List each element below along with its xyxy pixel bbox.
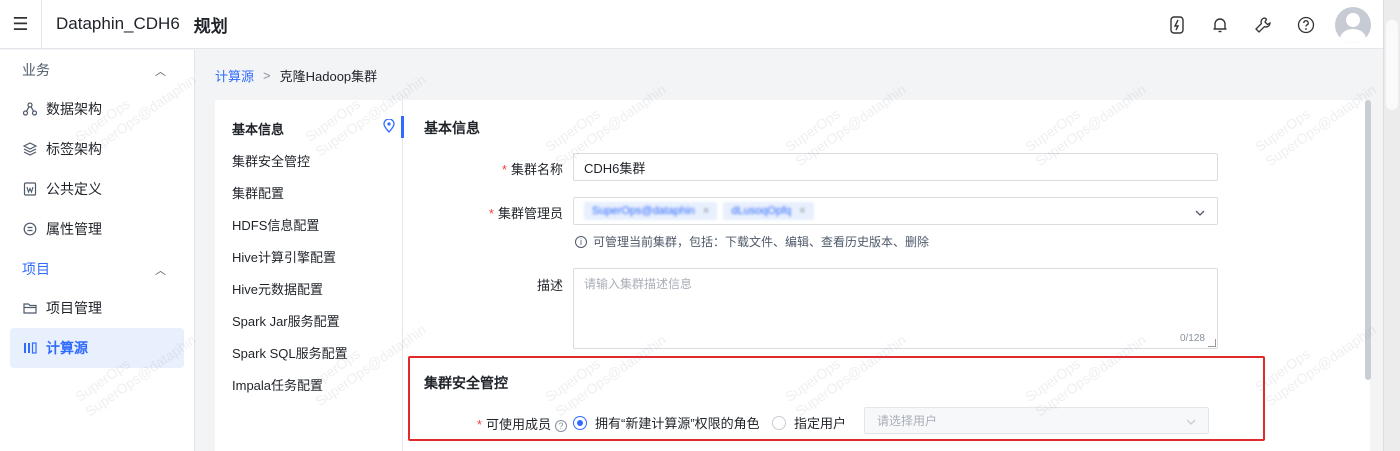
sidebar-group-label: 项目 — [22, 260, 50, 277]
cluster-admin-select[interactable]: SuperOps@dataphin × dLusoqOpfq × — [573, 197, 1218, 225]
layers-icon — [22, 141, 38, 157]
sidebar-item-compute-source[interactable]: 计算源 — [10, 328, 184, 368]
sidebar-item-label: 计算源 — [46, 340, 88, 356]
chevron-down-icon — [1186, 416, 1196, 430]
breadcrumb: 计算源 > 克隆Hadoop集群 — [215, 66, 377, 85]
wrench-icon[interactable] — [1241, 0, 1284, 49]
window-scrollbar[interactable] — [1383, 0, 1400, 451]
breadcrumb-current: 克隆Hadoop集群 — [279, 69, 378, 84]
sidebar-group-label: 业务 — [22, 61, 50, 78]
sidebar-group-project[interactable]: 项目 ︿ — [0, 249, 194, 288]
anchor-spark-jar-config[interactable]: Spark Jar服务配置 — [232, 311, 340, 330]
location-pin-icon — [383, 118, 395, 136]
flash-icon[interactable] — [1155, 0, 1198, 49]
info-icon: i — [575, 235, 587, 248]
compute-source-icon — [22, 340, 38, 356]
admin-tag[interactable]: dLusoqOpfq × — [723, 202, 814, 220]
radio-dot — [772, 415, 786, 430]
anchor-spark-sql-config[interactable]: Spark SQL服务配置 — [232, 343, 348, 362]
sidebar-item-attribute-management[interactable]: 属性管理 — [10, 209, 184, 249]
sidebar-group-business[interactable]: 业务 ︿ — [0, 50, 194, 89]
sidebar-item-label: 属性管理 — [46, 221, 102, 237]
members-label: * 可使用成员? — [443, 414, 567, 433]
sidebar-item-label: 标签架构 — [46, 141, 102, 157]
folder-icon — [22, 300, 38, 316]
anchor-hive-engine-config[interactable]: Hive计算引擎配置 — [232, 247, 336, 266]
panel-scrollbar[interactable] — [1365, 100, 1371, 380]
hamburger-menu-icon[interactable]: ☰ — [0, 0, 42, 49]
attribute-icon — [22, 221, 38, 237]
anchor-active-indicator — [401, 116, 404, 138]
chevron-up-icon: ︿ — [155, 265, 166, 277]
cluster-name-label: * 集群名称 — [501, 162, 563, 177]
sidebar: 业务 ︿ 数据架构 标签架构 公共定义 属性管理 项目 ︿ 项目管理 计算源 — [0, 50, 195, 451]
anchor-nav: 基本信息 集群安全管控 集群配置 HDFS信息配置 Hive计算引擎配置 Hiv… — [215, 100, 404, 451]
definition-doc-icon — [22, 181, 38, 197]
data-architecture-icon — [22, 101, 38, 117]
user-avatar[interactable] — [1335, 6, 1371, 43]
sidebar-item-tag-architecture[interactable]: 标签架构 — [10, 129, 184, 169]
description-textarea[interactable]: 请输入集群描述信息 0/128 — [573, 268, 1218, 349]
cluster-name-input[interactable]: CDH6集群 — [573, 153, 1218, 181]
sidebar-item-label: 公共定义 — [46, 181, 102, 197]
app-title: Dataphin_CDH6 — [56, 14, 180, 33]
description-label: 描述 — [536, 278, 563, 293]
sidebar-item-label: 项目管理 — [46, 300, 102, 316]
user-select-placeholder: 请选择用户 — [877, 414, 938, 428]
chevron-up-icon: ︿ — [155, 66, 166, 78]
sidebar-item-label: 数据架构 — [46, 101, 102, 117]
resize-handle-icon[interactable] — [1208, 339, 1216, 347]
description-placeholder: 请输入集群描述信息 — [584, 277, 693, 291]
admin-hint: i 可管理当前集群，包括：下载文件、编辑、查看历史版本、删除 — [575, 233, 929, 250]
radio-user-option[interactable]: 指定用户 — [772, 413, 846, 432]
admin-tag[interactable]: SuperOps@dataphin × — [584, 202, 718, 220]
bell-icon[interactable] — [1198, 0, 1241, 49]
top-bar: ☰ Dataphin_CDH6 规划 — [0, 0, 1383, 49]
description-counter: 0/128 — [1179, 333, 1205, 344]
section-title-security: 集群安全管控 — [424, 375, 508, 391]
anchor-basic-info[interactable]: 基本信息 — [232, 119, 284, 138]
anchor-hive-metadata-config[interactable]: Hive元数据配置 — [232, 279, 323, 298]
user-select[interactable]: 请选择用户 — [864, 407, 1209, 434]
help-icon[interactable] — [1284, 0, 1327, 49]
anchor-cluster-security[interactable]: 集群安全管控 — [232, 151, 310, 170]
anchor-cluster-config[interactable]: 集群配置 — [232, 183, 284, 202]
module-title: 规划 — [193, 16, 228, 36]
breadcrumb-parent-link[interactable]: 计算源 — [215, 66, 254, 85]
section-title-basic-info: 基本信息 — [424, 120, 480, 136]
sidebar-item-project-management[interactable]: 项目管理 — [10, 288, 184, 328]
radio-role-option[interactable]: 拥有“新建计算源”权限的角色 — [573, 413, 760, 432]
breadcrumb-separator: > — [263, 68, 271, 83]
sidebar-item-public-definition[interactable]: 公共定义 — [10, 169, 184, 209]
cluster-admin-label: * 集群管理员 — [488, 206, 563, 221]
chevron-down-icon — [1195, 206, 1205, 221]
anchor-impala-config[interactable]: Impala任务配置 — [232, 375, 323, 394]
question-icon[interactable]: ? — [555, 420, 567, 432]
anchor-hdfs-config[interactable]: HDFS信息配置 — [232, 215, 319, 234]
sidebar-item-data-architecture[interactable]: 数据架构 — [10, 89, 184, 129]
radio-dot — [573, 415, 587, 430]
cluster-name-value: CDH6集群 — [584, 160, 646, 176]
top-actions — [1155, 0, 1383, 49]
